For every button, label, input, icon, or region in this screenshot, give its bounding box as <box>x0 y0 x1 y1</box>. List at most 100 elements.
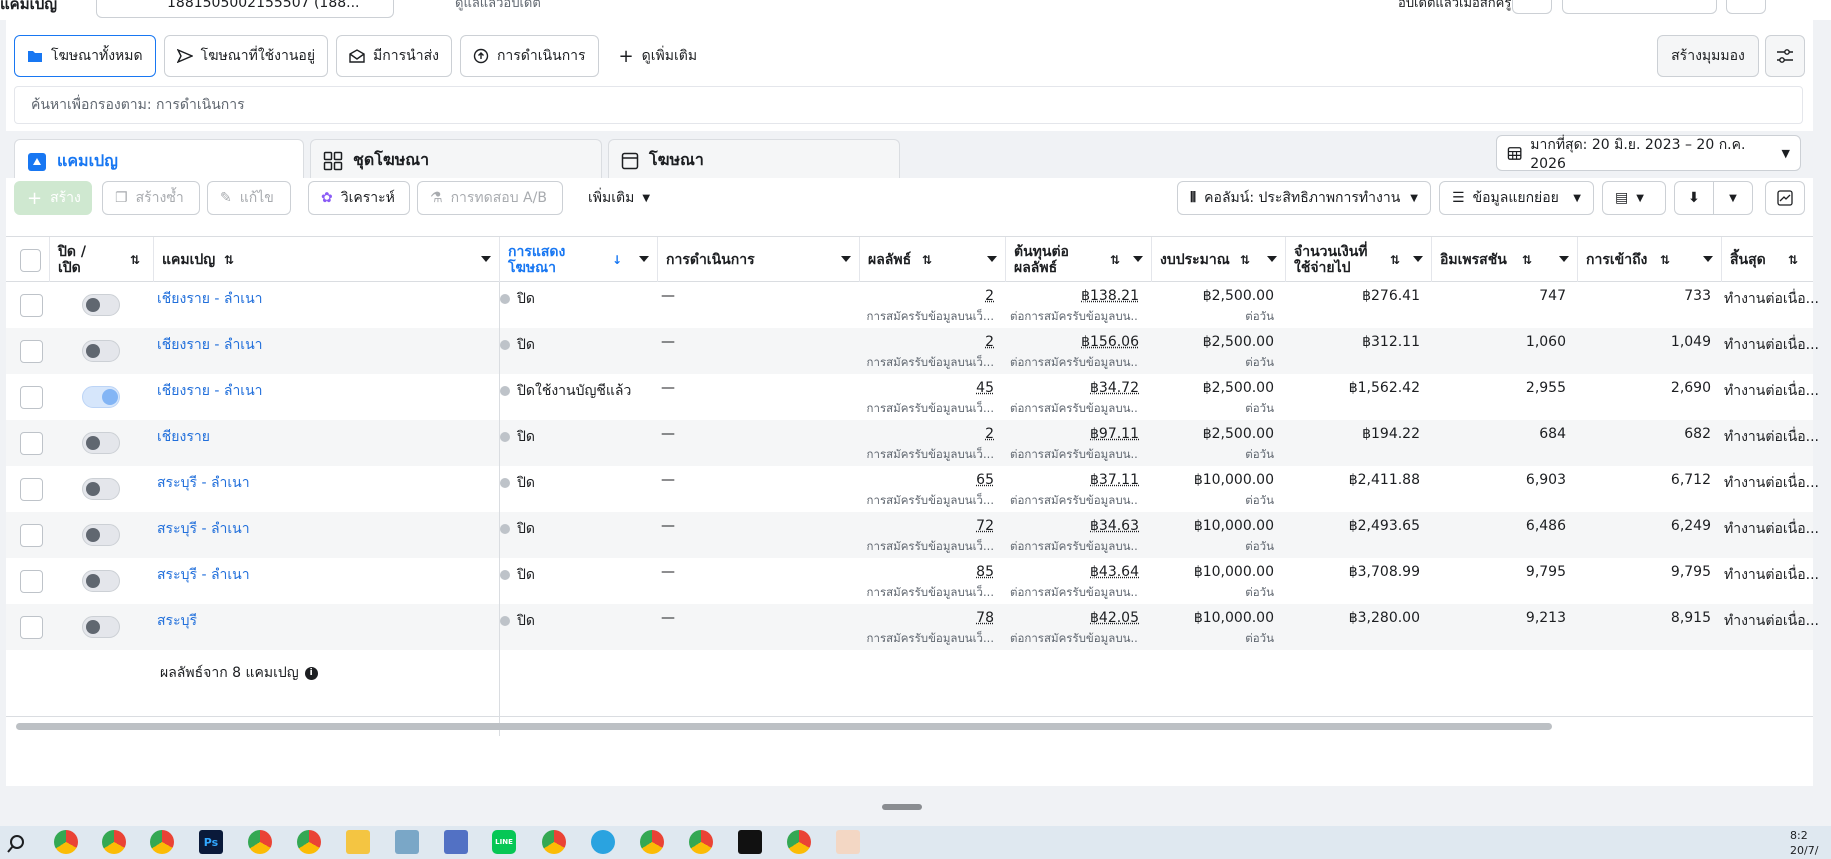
header-amount-spent[interactable]: จำนวนเงินที่ใช้จ่ายไป ⇅ <box>1286 237 1432 283</box>
campaign-toggle[interactable] <box>82 524 120 546</box>
chrome-icon[interactable] <box>787 830 811 854</box>
top-menu-button[interactable] <box>1726 0 1766 14</box>
budget-value[interactable]: ฿10,000.00 <box>1152 472 1274 488</box>
header-impressions[interactable]: อิมเพรสชัน ⇅ <box>1432 237 1578 283</box>
chrome-icon[interactable] <box>689 830 713 854</box>
row-checkbox[interactable] <box>20 478 43 501</box>
cost-per-result-value[interactable]: ฿138.21 <box>1006 288 1139 304</box>
photoshop-icon[interactable]: Ps <box>199 830 223 854</box>
header-onoff[interactable]: ปิด / เปิด ⇅ <box>50 237 154 283</box>
cost-per-result-value[interactable]: ฿34.72 <box>1006 380 1139 396</box>
header-results[interactable]: ผลลัพธ์ ⇅ <box>860 237 1006 283</box>
results-value[interactable]: 2 <box>860 288 994 304</box>
row-checkbox[interactable] <box>20 432 43 455</box>
campaign-name-link[interactable]: สระบุรี <box>157 610 197 632</box>
snip-tool-icon[interactable] <box>836 830 860 854</box>
cost-per-result-value[interactable]: ฿97.11 <box>1006 426 1139 442</box>
budget-value[interactable]: ฿2,500.00 <box>1152 288 1274 304</box>
system-clock[interactable]: 8:2 20/7/ <box>1790 828 1818 858</box>
campaign-name-link[interactable]: เชียงราย - ลำเนา <box>157 380 263 402</box>
budget-value[interactable]: ฿2,500.00 <box>1152 380 1274 396</box>
cost-per-result-value[interactable]: ฿156.06 <box>1006 334 1139 350</box>
row-checkbox[interactable] <box>20 570 43 593</box>
more-button[interactable]: เพิ่มเติม ▼ <box>576 181 658 215</box>
row-checkbox[interactable] <box>20 616 43 639</box>
table-row[interactable]: เชียงราย - ลำเนา ปิดใช้งานบัญชีแล้ว — 45 การ… <box>6 374 1819 420</box>
budget-value[interactable]: ฿10,000.00 <box>1152 564 1274 580</box>
search-input[interactable]: ค้นหาเพื่อกรองตาม: การดำเนินการ <box>14 86 1803 124</box>
page-scrollbar[interactable] <box>1815 20 1831 786</box>
breakdown-dropdown[interactable]: ☰ ข้อมูลแยกย่อย ▼ <box>1439 181 1594 215</box>
budget-value[interactable]: ฿10,000.00 <box>1152 518 1274 534</box>
resize-handle[interactable] <box>882 804 922 810</box>
header-cost-per-result[interactable]: ต้นทุนต่อผลลัพธ์ ⇅ <box>1006 237 1152 283</box>
campaign-name-link[interactable]: สระบุรี - ลำเนา <box>157 518 250 540</box>
campaign-toggle[interactable] <box>82 616 120 638</box>
filter-delivering[interactable]: มีการนำส่ง <box>336 35 452 77</box>
campaign-name-link[interactable]: สระบุรี - ลำเนา <box>157 472 250 494</box>
chrome-icon[interactable] <box>248 830 272 854</box>
cost-per-result-value[interactable]: ฿42.05 <box>1006 610 1139 626</box>
campaign-name-link[interactable]: เชียงราย - ลำเนา <box>157 288 263 310</box>
results-value[interactable]: 2 <box>860 334 994 350</box>
folder-icon[interactable] <box>346 830 370 854</box>
header-reach[interactable]: การเข้าถึง ⇅ <box>1578 237 1722 283</box>
results-value[interactable]: 78 <box>860 610 994 626</box>
filter-active-ads[interactable]: โฆษณาที่ใช้งานอยู่ <box>163 35 329 77</box>
settings-button[interactable] <box>1765 35 1805 77</box>
app-icon[interactable] <box>395 830 419 854</box>
refresh-button[interactable] <box>1512 0 1552 14</box>
analyze-button[interactable]: ✿ วิเคราะห์ <box>308 181 410 215</box>
chart-toggle-button[interactable] <box>1765 181 1805 215</box>
header-ends[interactable]: สิ้นสุด ⇅ <box>1722 237 1813 283</box>
table-row[interactable]: เชียงราย ปิด — 2 การสมัครรับข้อมูลบนเว็... ฿9… <box>6 420 1819 466</box>
filter-all-ads[interactable]: โฆษณาทั้งหมด <box>14 35 156 77</box>
chrome-icon[interactable] <box>297 830 321 854</box>
columns-dropdown[interactable]: ⦀ คอลัมน์: ประสิทธิภาพการทำงาน ▼ <box>1177 181 1431 215</box>
duplicate-button[interactable]: ❐ สร้างซ้ำ <box>102 181 200 215</box>
cost-per-result-value[interactable]: ฿37.11 <box>1006 472 1139 488</box>
export-menu-button[interactable]: ▼ <box>1713 181 1753 215</box>
create-button[interactable]: + สร้าง <box>14 181 92 215</box>
campaign-toggle[interactable] <box>82 340 120 362</box>
table-row[interactable]: สระบุรี - ลำเนา ปิด — 65 การสมัครรับข้อมูลบน… <box>6 466 1819 512</box>
line-app-icon[interactable]: LINE <box>492 830 516 854</box>
chrome-icon[interactable] <box>542 830 566 854</box>
table-row[interactable]: เชียงราย - ลำเนา ปิด — 2 การสมัครรับข้อมูลบน… <box>6 282 1819 328</box>
telegram-icon[interactable] <box>591 830 615 854</box>
chrome-icon[interactable] <box>150 830 174 854</box>
reports-dropdown[interactable]: ▤ ▼ <box>1602 181 1666 215</box>
chrome-icon[interactable] <box>102 830 126 854</box>
search-icon[interactable] <box>6 834 26 854</box>
export-button[interactable]: ⬇ <box>1674 181 1714 215</box>
cost-per-result-value[interactable]: ฿43.64 <box>1006 564 1139 580</box>
campaign-name-link[interactable]: เชียงราย <box>157 426 210 448</box>
results-value[interactable]: 72 <box>860 518 994 534</box>
header-delivery[interactable]: การแสดงโฆษณา ↓ <box>500 237 658 283</box>
results-value[interactable]: 2 <box>860 426 994 442</box>
row-checkbox[interactable] <box>20 386 43 409</box>
review-button[interactable] <box>1562 0 1717 14</box>
results-value[interactable]: 85 <box>860 564 994 580</box>
ab-test-button[interactable]: ⚗ การทดสอบ A/B <box>417 181 563 215</box>
table-row[interactable]: สระบุรี ปิด — 78 การสมัครรับข้อมูลบนเว็... ฿4… <box>6 604 1819 650</box>
table-row[interactable]: สระบุรี - ลำเนา ปิด — 85 การสมัครรับข้อมูลบน… <box>6 558 1819 604</box>
horizontal-scrollbar[interactable] <box>16 723 1552 730</box>
table-row[interactable]: สระบุรี - ลำเนา ปิด — 72 การสมัครรับข้อมูลบน… <box>6 512 1819 558</box>
filter-see-more[interactable]: + ดูเพิ่มเติม <box>606 35 710 77</box>
results-value[interactable]: 65 <box>860 472 994 488</box>
chrome-icon[interactable] <box>54 830 78 854</box>
date-range-picker[interactable]: มากที่สุด: 20 มิ.ย. 2023 – 20 ก.ค. 2026 … <box>1496 135 1801 172</box>
table-row[interactable]: เชียงราย - ลำเนา ปิด — 2 การสมัครรับข้อมูลบน… <box>6 328 1819 374</box>
budget-value[interactable]: ฿2,500.00 <box>1152 426 1274 442</box>
capcut-icon[interactable] <box>738 830 762 854</box>
cost-per-result-value[interactable]: ฿34.63 <box>1006 518 1139 534</box>
row-checkbox[interactable] <box>20 340 43 363</box>
header-campaign[interactable]: แคมเปญ ⇅ <box>154 237 500 283</box>
edit-button[interactable]: ✎ แก้ไข <box>207 181 291 215</box>
network-icon[interactable] <box>444 830 468 854</box>
campaign-toggle[interactable] <box>82 294 120 316</box>
campaign-name-link[interactable]: เชียงราย - ลำเนา <box>157 334 263 356</box>
chrome-icon[interactable] <box>640 830 664 854</box>
info-icon[interactable]: i <box>304 666 318 680</box>
